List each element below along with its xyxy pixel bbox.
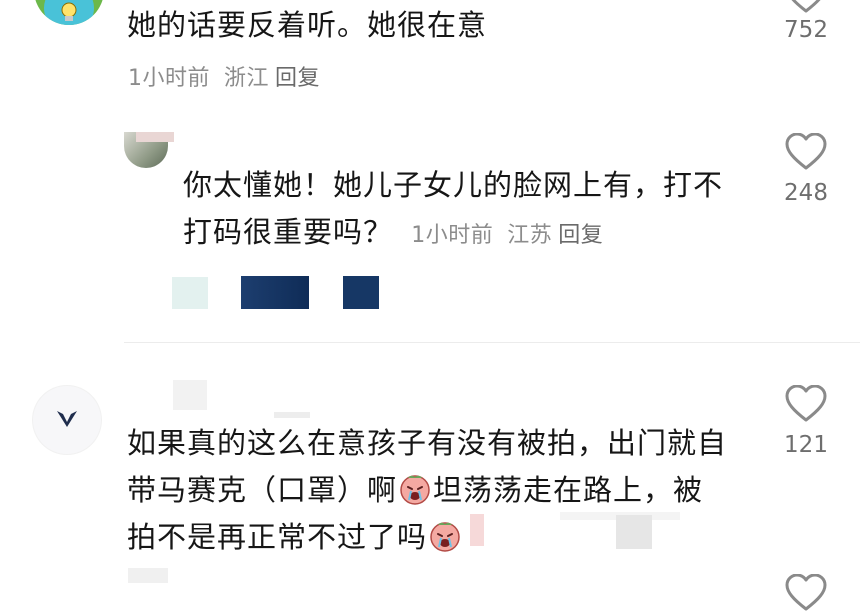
comment-text-line-3: 拍不是再正常不过了吗 [127,514,767,561]
lightbulb-icon [61,2,77,21]
comment-text-line-2a: 带马赛克（口罩）啊 [127,473,398,507]
comment-time: 1小时前 [128,66,210,91]
avatar[interactable] [34,0,104,25]
comment-meta: 1小时前 浙江 回复 [128,60,334,92]
heart-outline-icon[interactable] [785,574,827,612]
username-blur [274,412,310,418]
blurred-content [616,515,652,549]
comment-location: 江苏 [507,223,553,248]
like-count: 121 [784,432,828,458]
comment-text-line-2: 打码很重要吗？ 1小时前 江苏 回复 [183,209,763,259]
like-count: 248 [784,180,828,206]
username-blur [136,132,174,142]
comment-text: 你太懂她！她儿子女儿的脸网上有，打不 打码很重要吗？ 1小时前 江苏 回复 [183,162,763,259]
censored-image-3 [343,276,379,309]
crying-face-emoji-icon [430,522,460,552]
reply-button[interactable]: 回复 [558,223,603,248]
heart-outline-icon[interactable] [785,133,827,171]
comment-text-line-2b: 坦荡荡走在路上，被 [433,473,704,507]
comment-text-line-1: 你太懂她！她儿子女儿的脸网上有，打不 [183,168,724,202]
crying-face-emoji-icon [400,475,430,505]
next-comment-avatar [128,568,168,583]
censored-image-1 [172,277,208,309]
blurred-content [470,514,484,546]
heart-outline-icon[interactable] [785,385,827,423]
comment-meta: 1小时前 江苏 回复 [411,223,617,248]
check-logo-icon [57,411,77,427]
username-blur [173,380,207,410]
reply-button[interactable]: 回复 [275,66,320,91]
comment-time: 1小时前 [411,223,494,248]
comment-text-line-2-text: 打码很重要吗？ [183,215,394,249]
comment-text: 如果真的这么在意孩子有没有被拍，出门就自 带马赛克（口罩）啊 坦荡荡走在路上，被… [127,420,767,561]
heart-outline-icon[interactable] [785,0,827,14]
censored-image-2 [241,276,309,309]
like-count: 752 [784,17,828,43]
comment-location: 浙江 [224,66,270,91]
divider [124,342,860,343]
comment-text: 她的话要反着听。她很在意 [127,8,488,42]
avatar[interactable] [33,386,101,454]
comment-text-line-3-text: 拍不是再正常不过了吗 [127,520,428,554]
comment-text-line-1: 如果真的这么在意孩子有没有被拍，出门就自 [127,426,728,460]
comment-text-line-2: 带马赛克（口罩）啊 坦荡荡走在路上，被 [127,467,767,514]
